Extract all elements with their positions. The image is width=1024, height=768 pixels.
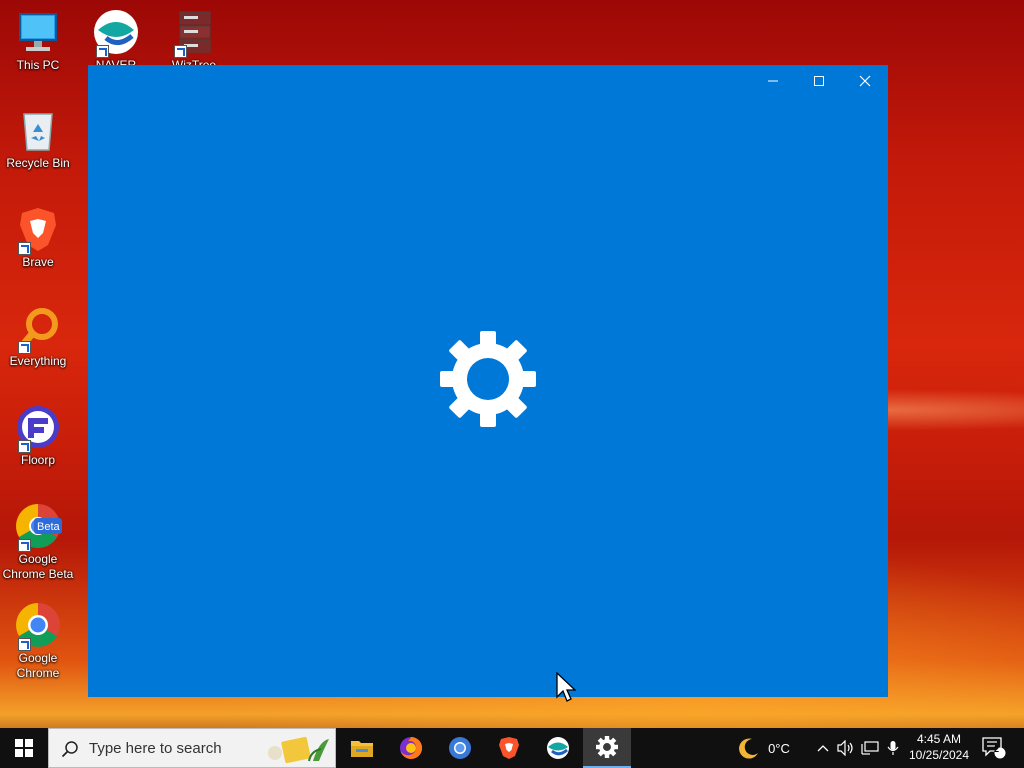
shortcut-arrow-icon — [18, 539, 31, 552]
taskbar: Type here to search 0°C 4:45 AM 10/25/20… — [0, 728, 1024, 768]
volume-button[interactable] — [834, 728, 858, 768]
shortcut-arrow-icon — [18, 242, 31, 255]
notification-count: 2 — [994, 744, 1000, 754]
network-icon — [861, 741, 879, 755]
firefox-icon — [400, 736, 423, 759]
shortcut-arrow-icon — [96, 45, 109, 58]
taskbar-app-settings[interactable] — [583, 728, 631, 768]
clock-date: 10/25/2024 — [908, 748, 970, 762]
chrome-beta-icon: Beta — [14, 502, 62, 552]
desktop-icon-label: Google Chrome — [16, 651, 60, 680]
maximize-button[interactable] — [796, 65, 842, 97]
desktop-icon-label: Brave — [22, 255, 54, 269]
network-button[interactable] — [858, 728, 882, 768]
everything-search-icon — [14, 304, 62, 354]
search-highlight-icon — [268, 736, 329, 764]
notification-center-button[interactable]: 2 — [980, 728, 1008, 768]
close-button[interactable] — [842, 65, 888, 97]
wiztree-icon — [170, 8, 218, 58]
desktop-icon-label: This PC — [16, 58, 60, 72]
close-icon — [859, 75, 871, 87]
desktop-icon-label: Recycle Bin — [6, 156, 70, 170]
chevron-up-icon — [817, 745, 829, 752]
naver-whale-icon — [92, 8, 140, 58]
this-pc-icon — [14, 8, 62, 56]
shortcut-arrow-icon — [18, 341, 31, 354]
desktop-icon-label: Google Chrome Beta — [2, 552, 74, 581]
clock-time: 4:45 AM — [916, 732, 962, 746]
weather-temp: 0°C — [768, 740, 790, 756]
windows-logo-icon — [15, 739, 33, 757]
taskbar-search-box[interactable]: Type here to search — [48, 728, 336, 768]
floorp-icon — [14, 403, 62, 453]
desktop-icon-label: Floorp — [20, 453, 55, 467]
search-icon — [61, 741, 78, 758]
taskbar-app-file-explorer[interactable] — [338, 728, 386, 768]
speaker-icon — [837, 740, 853, 756]
desktop-icon-recycle-bin[interactable]: Recycle Bin — [0, 106, 76, 171]
minimize-icon — [768, 80, 778, 82]
desktop-icon-wiztree[interactable]: WizTree — [156, 8, 232, 70]
mouse-cursor-icon — [556, 672, 576, 702]
desktop-icon-label: Everything — [9, 354, 67, 368]
desktop-icon-chrome[interactable]: Google Chrome — [0, 601, 76, 681]
naver-whale-icon — [547, 737, 569, 759]
taskbar-app-naver-whale[interactable] — [534, 728, 582, 768]
recycle-bin-icon — [14, 106, 62, 154]
brave-icon — [499, 737, 519, 759]
desktop-icon-floorp[interactable]: Floorp — [0, 403, 76, 468]
beta-badge: Beta — [37, 521, 60, 533]
start-button[interactable] — [0, 728, 48, 768]
desktop-icon-this-pc[interactable]: This PC — [0, 8, 76, 73]
search-placeholder: Type here to search — [89, 740, 222, 757]
chrome-icon — [14, 601, 62, 651]
maximize-icon — [814, 76, 824, 86]
desktop-icon-naver-whale[interactable]: NAVER Whale — [78, 8, 154, 70]
desktop-icon-chrome-beta[interactable]: Beta Google Chrome Beta — [0, 502, 76, 582]
settings-icon — [596, 736, 618, 758]
file-explorer-icon — [351, 741, 373, 757]
gear-icon — [440, 331, 536, 427]
shortcut-arrow-icon — [174, 45, 187, 58]
desktop-icon-brave[interactable]: Brave — [0, 205, 76, 270]
settings-window[interactable] — [88, 65, 888, 697]
taskbar-app-brave[interactable] — [485, 728, 533, 768]
taskbar-app-firefox[interactable] — [387, 728, 435, 768]
shortcut-arrow-icon — [18, 638, 31, 651]
microphone-icon — [887, 741, 899, 755]
taskbar-clock[interactable]: 4:45 AM 10/25/2024 — [900, 731, 978, 763]
show-hidden-icons-button[interactable] — [812, 728, 834, 768]
weather-widget[interactable]: 0°C — [734, 728, 794, 768]
moon-icon — [739, 738, 759, 759]
shortcut-arrow-icon — [18, 440, 31, 453]
desktop-icon-everything[interactable]: Everything — [0, 304, 76, 369]
brave-icon — [14, 205, 62, 255]
minimize-button[interactable] — [750, 65, 796, 97]
taskbar-app-chromium[interactable] — [436, 728, 484, 768]
chromium-icon — [449, 737, 471, 759]
